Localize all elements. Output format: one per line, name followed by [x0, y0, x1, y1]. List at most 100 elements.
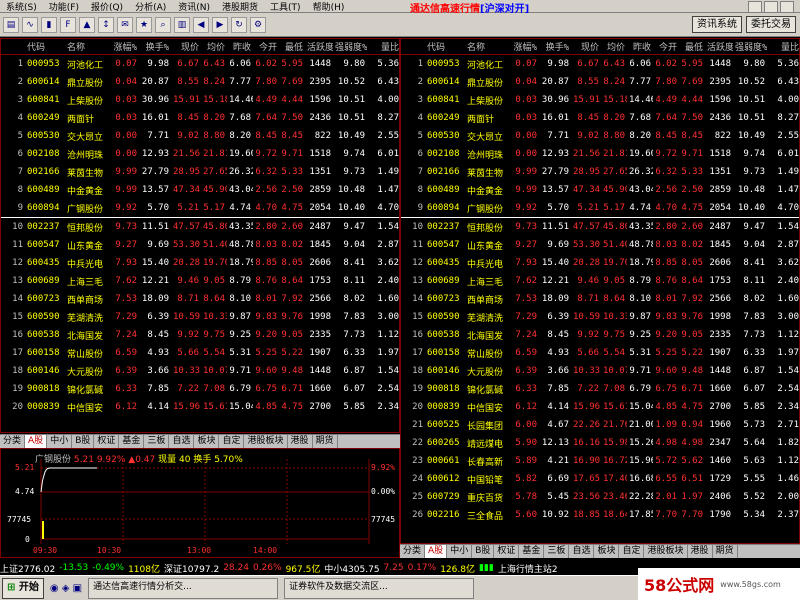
- table-row[interactable]: 4 600249 两面针 0.03 16.01 8.45 8.20 7.68 7.64 7.50 2…: [401, 109, 799, 127]
- task-forum[interactable]: 证券软件及数据交流区...: [284, 577, 475, 599]
- menu-hk-futures[interactable]: 港股期货: [216, 0, 264, 13]
- col-activity[interactable]: 活跃度: [305, 39, 333, 55]
- table-row[interactable]: 15 600590 芜湖清洗 7.29 6.39 10.5910.339.87 9.83 9.…: [401, 308, 799, 326]
- col-open[interactable]: 今开: [253, 39, 279, 55]
- forward-icon[interactable]: ▶: [212, 16, 228, 33]
- table-row[interactable]: 2 600614 鼎立股份 0.04 20.87 8.55 8.24 7.77 7.80 7.69…: [401, 73, 799, 91]
- col-strength[interactable]: 强弱度%: [333, 39, 367, 55]
- maximize-icon[interactable]: [764, 1, 778, 13]
- col-avg[interactable]: 均价: [601, 39, 627, 55]
- tab-futures[interactable]: 期货: [313, 435, 338, 448]
- tab-a-share[interactable]: A股: [25, 435, 48, 448]
- table-row[interactable]: 16 600538 北海国发 7.24 8.45 9.92 9.75 9.25 9.20 9.05…: [401, 326, 799, 344]
- tab-warrant[interactable]: 权证: [94, 435, 120, 448]
- table-row[interactable]: 12 600435 中兵光电 7.93 15.40 20.2819.7018.798.85…: [1, 254, 399, 272]
- mini-intraday-chart[interactable]: 广钢股份 5.21 9.92% ▲0.47 现量 40 换手 5.70% 5.2…: [0, 448, 400, 558]
- table-row[interactable]: 18 600146 大元股份 6.39 3.66 10.3310.079.71 9.60 9.…: [401, 362, 799, 380]
- table-row[interactable]: 13 600689 上海三毛 7.62 12.21 9.46 9.05 8.79 8.76 8.6…: [1, 272, 399, 290]
- task-tdx[interactable]: 通达信高速行情分析交...: [88, 577, 279, 599]
- tab-hk-sector[interactable]: 港股板块: [244, 435, 288, 448]
- menu-analysis[interactable]: 分析(A): [129, 0, 172, 13]
- tab-fund[interactable]: 基金: [519, 545, 545, 558]
- table-row[interactable]: 19 900818 锦化氯碱 6.33 7.85 7.22 7.08 6.79 6.75 6.71…: [1, 380, 399, 398]
- table-row[interactable]: 11 600547 山东黄金 9.27 9.69 53.3051.4048.788.03 8…: [401, 236, 799, 254]
- kline-icon[interactable]: ▮: [41, 16, 57, 33]
- menu-news[interactable]: 资讯(N): [172, 0, 216, 13]
- tab-a-share[interactable]: A股: [425, 545, 448, 558]
- tab-hk[interactable]: 港股: [688, 545, 713, 558]
- table-row[interactable]: 13 600689 上海三毛 7.62 12.21 9.46 9.05 8.79 8.76 8.6…: [401, 272, 799, 290]
- table-row[interactable]: 22600265靖远煤电5.9012.1316.1615.9815.264.98…: [401, 434, 799, 452]
- print-icon[interactable]: ▥: [174, 16, 190, 33]
- col-avg[interactable]: 均价: [201, 39, 227, 55]
- table-row[interactable]: 21 600525 长园集团 6.00 4.67 22.2621.7621.001.09 0…: [401, 416, 799, 434]
- table-row[interactable]: 17 600158 常山股份 6.59 4.93 5.66 5.54 5.31 5.25 5.22…: [1, 344, 399, 362]
- trade-button[interactable]: 委托交易: [746, 16, 796, 33]
- col-turnover[interactable]: 换手%: [139, 39, 171, 55]
- table-row[interactable]: 8 600489 中金黄金 9.99 13.57 47.3445.9043.042.56 2…: [401, 181, 799, 199]
- table-row[interactable]: 1 000953 河池化工 0.07 9.98 6.67 6.43 6.06 6.02 5.95 1…: [401, 55, 799, 74]
- table-row[interactable]: 9 600894 广钢股份 9.92 5.70 5.21 5.17 4.74 4.70 4.75 2…: [401, 199, 799, 218]
- col-turnover[interactable]: 换手%: [539, 39, 571, 55]
- table-row[interactable]: 11 600547 山东黄金 9.27 9.69 53.3051.4048.788.03 8…: [1, 236, 399, 254]
- tab-b-share[interactable]: B股: [472, 545, 495, 558]
- table-row[interactable]: 8 600489 中金黄金 9.99 13.57 47.3445.9043.042.56 2…: [1, 181, 399, 199]
- tab-b-share[interactable]: B股: [72, 435, 95, 448]
- col-change[interactable]: 涨幅%: [509, 39, 539, 55]
- col-volratio[interactable]: 量比: [367, 39, 399, 55]
- table-row[interactable]: 10 002237 恒邦股份 9.73 11.51 47.5745.8043.352.80…: [1, 218, 399, 237]
- table-row[interactable]: 1 000953 河池化工 0.07 9.98 6.67 6.43 6.06 6.02 5.95 1…: [1, 55, 399, 74]
- tab-custom[interactable]: 自定: [219, 435, 245, 448]
- table-row[interactable]: 20 000839 中信国安 6.12 4.14 15.9615.6115.044.85 4…: [1, 398, 399, 416]
- col-strength[interactable]: 强弱度%: [733, 39, 767, 55]
- menu-help[interactable]: 帮助(H): [307, 0, 351, 13]
- col-change[interactable]: 涨幅%: [109, 39, 139, 55]
- table-row[interactable]: 17 600158 常山股份 6.59 4.93 5.66 5.54 5.31 5.25 5.22…: [401, 344, 799, 362]
- table-row[interactable]: 10 002237 恒邦股份 9.73 11.51 47.5745.8043.352.80…: [401, 218, 799, 237]
- start-button[interactable]: ⊞ 开始: [2, 577, 44, 599]
- col-low[interactable]: 最低: [679, 39, 705, 55]
- col-prev[interactable]: 昨收: [627, 39, 653, 55]
- sz-index[interactable]: 深证10797.2: [164, 562, 219, 575]
- table-row[interactable]: 3 600841 上柴股份 0.03 30.96 15.9115.1814.464.49 4…: [401, 91, 799, 109]
- quote-list-icon[interactable]: ▤: [3, 16, 19, 33]
- table-row[interactable]: 18 600146 大元股份 6.39 3.66 10.3310.079.71 9.60 9.…: [1, 362, 399, 380]
- menu-function[interactable]: 功能(F): [43, 0, 85, 13]
- minute-chart-icon[interactable]: ∿: [22, 16, 38, 33]
- menu-system[interactable]: 系统(S): [0, 0, 43, 13]
- tab-sector[interactable]: 板块: [194, 435, 220, 448]
- f10-icon[interactable]: F: [60, 16, 76, 33]
- col-code[interactable]: 代码: [25, 39, 65, 55]
- table-row[interactable]: 7 002166 莱茵生物 9.99 27.79 28.9527.6526.326.32 5…: [401, 163, 799, 181]
- col-name[interactable]: 名称: [65, 39, 109, 55]
- tab-fund[interactable]: 基金: [119, 435, 145, 448]
- table-row[interactable]: 5 600530 交大昂立 0.00 7.71 9.02 8.80 8.20 8.45 8.45 8…: [401, 127, 799, 145]
- col-prev[interactable]: 昨收: [227, 39, 253, 55]
- menu-tools[interactable]: 工具(T): [264, 0, 307, 13]
- col-low[interactable]: 最低: [279, 39, 305, 55]
- table-row[interactable]: 16 600538 北海国发 7.24 8.45 9.92 9.75 9.25 9.20 9.05…: [1, 326, 399, 344]
- tab-futures[interactable]: 期货: [713, 545, 738, 558]
- tab-category[interactable]: 分类: [400, 545, 426, 558]
- table-row[interactable]: 6 002108 沧州明珠 0.00 12.93 21.5621.8119.609.72 9…: [1, 145, 399, 163]
- tab-custom[interactable]: 自定: [619, 545, 645, 558]
- sh-index[interactable]: 上证2776.02: [0, 562, 55, 575]
- table-row[interactable]: 6 002108 沧州明珠 0.00 12.93 21.5621.8119.609.72 9…: [401, 145, 799, 163]
- table-row[interactable]: 25 600729 重庆百货 5.78 5.45 23.5623.4622.282.01 1…: [401, 488, 799, 506]
- table-row[interactable]: 2 600614 鼎立股份 0.04 20.87 8.55 8.24 7.77 7.80 7.69…: [1, 73, 399, 91]
- col-code[interactable]: 代码: [425, 39, 465, 55]
- table-row[interactable]: 23 000661 长春高新 5.89 4.21 16.9016.7215.965.72 5…: [401, 452, 799, 470]
- tab-hk[interactable]: 港股: [288, 435, 313, 448]
- tab-third-board[interactable]: 三板: [144, 435, 170, 448]
- news-system-button[interactable]: 资讯系统: [692, 16, 742, 33]
- sort-icon[interactable]: ↕: [98, 16, 114, 33]
- col-open[interactable]: 今开: [653, 39, 679, 55]
- col-price[interactable]: 现价: [571, 39, 601, 55]
- close-icon[interactable]: [780, 1, 794, 13]
- tab-hk-sector[interactable]: 港股板块: [644, 545, 688, 558]
- table-row[interactable]: 20 000839 中信国安 6.12 4.14 15.9615.6115.044.85 4…: [401, 398, 799, 416]
- tab-warrant[interactable]: 权证: [494, 545, 520, 558]
- table-row[interactable]: 14 600723 西单商场 7.53 18.09 8.71 8.64 8.10 8.01 7.9…: [401, 290, 799, 308]
- back-icon[interactable]: ◀: [193, 16, 209, 33]
- table-row[interactable]: 15 600590 芜湖清洗 7.29 6.39 10.5910.339.87 9.83 9.…: [1, 308, 399, 326]
